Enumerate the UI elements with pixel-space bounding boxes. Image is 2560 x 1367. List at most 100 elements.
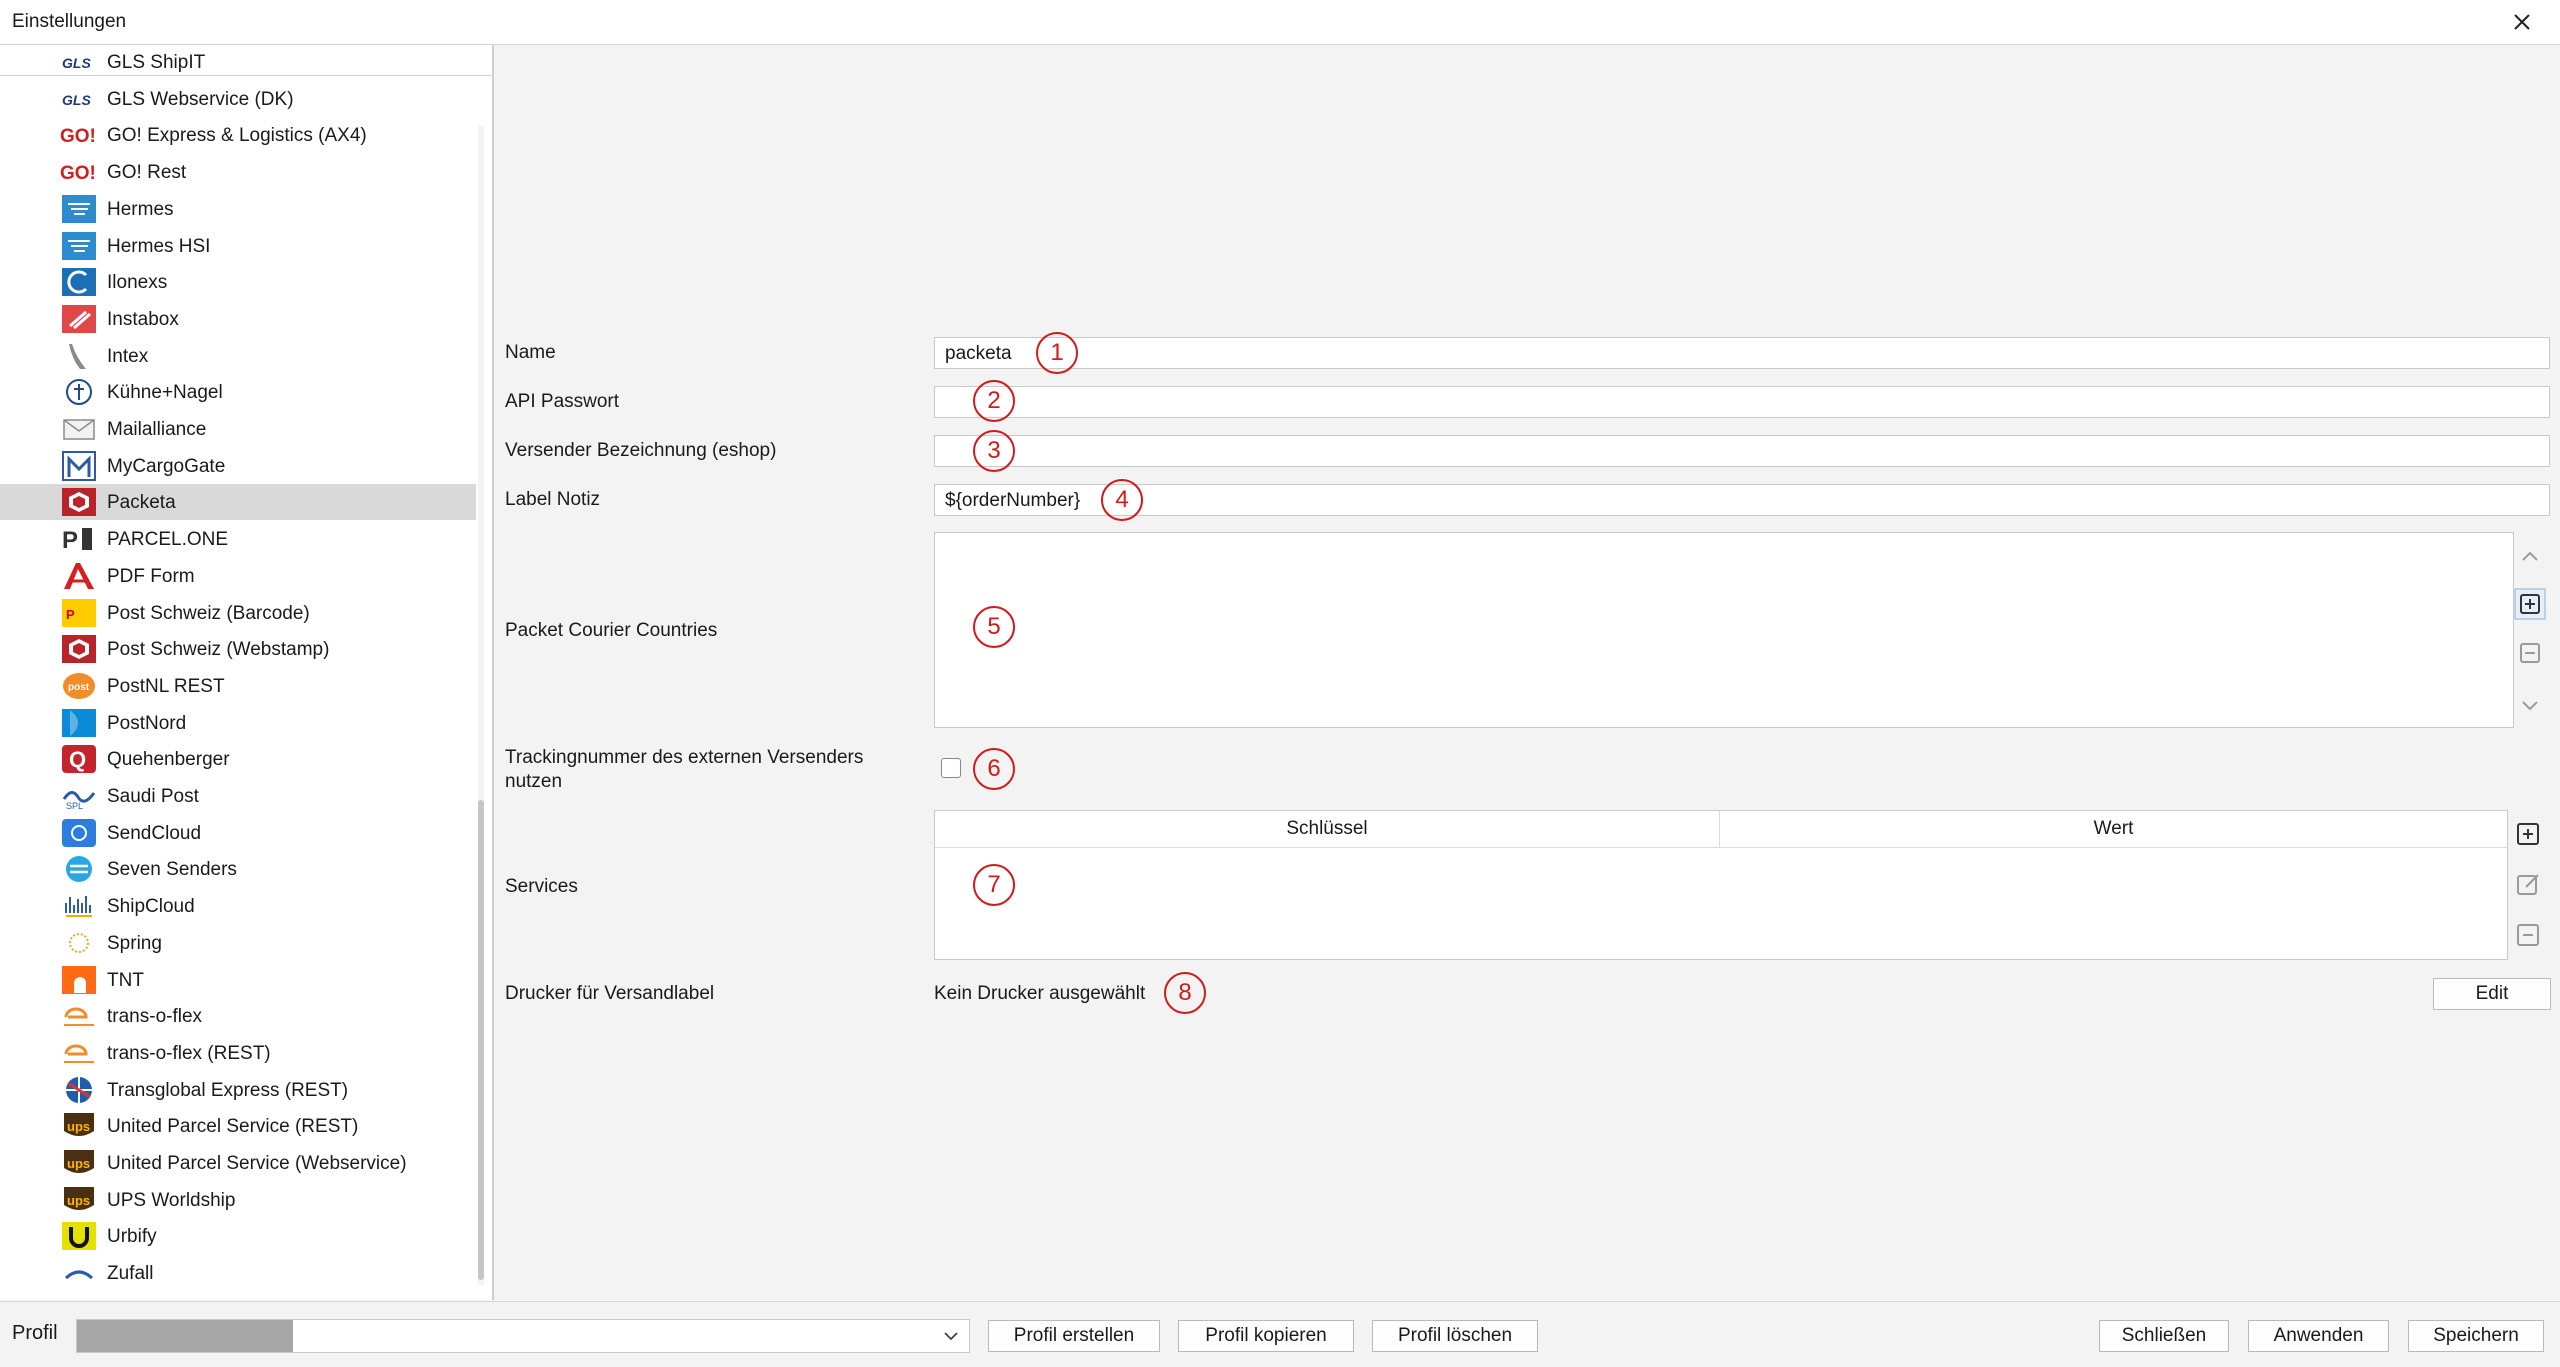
label-note-input[interactable]: ${orderNumber} <box>934 484 2550 516</box>
tree-item-label: United Parcel Service (Webservice) <box>107 1153 407 1174</box>
column-header-key[interactable]: Schlüssel <box>935 811 1720 847</box>
name-label: Name <box>505 342 556 363</box>
sender-input[interactable] <box>934 435 2550 467</box>
tree-item-label: SendCloud <box>107 823 202 844</box>
tree-item-spring[interactable]: Spring <box>0 925 476 961</box>
tree-item-label: Hermes HSI <box>107 236 211 257</box>
annotation-marker-6: 6 <box>973 748 1015 790</box>
tree-item-go-rest[interactable]: GO! GO! Rest <box>0 154 476 190</box>
close-icon[interactable] <box>2506 6 2538 38</box>
tree-item-saudi-post[interactable]: SPL Saudi Post <box>0 778 476 814</box>
tree-scrollbar-thumb[interactable] <box>478 800 484 1280</box>
window-title: Einstellungen <box>12 11 127 32</box>
ups-logo-icon: ups <box>64 1113 94 1136</box>
name-value: packeta <box>945 343 1012 364</box>
tree-item-label: Urbify <box>107 1226 157 1247</box>
tree-item-label: GLS ShipIT <box>107 52 206 73</box>
tree-item-united-parcel-service-webservice[interactable]: ups United Parcel Service (Webservice) <box>0 1145 476 1181</box>
tree-item-label: Zufall <box>107 1263 154 1284</box>
tree-item-quehenberger[interactable]: Q Quehenberger <box>0 741 476 777</box>
tree-item-hermes-hsi[interactable]: Hermes HSI <box>0 228 476 264</box>
tree-item-sendcloud[interactable]: SendCloud <box>0 815 476 851</box>
name-input[interactable]: packeta <box>934 337 2550 369</box>
services-label: Services <box>505 876 578 897</box>
save-button[interactable]: Speichern <box>2408 1320 2544 1352</box>
add-service-icon[interactable] <box>2512 818 2544 850</box>
annotation-marker-3: 3 <box>973 430 1015 472</box>
column-header-value[interactable]: Wert <box>1720 811 2507 847</box>
tree-item-shipcloud[interactable]: ShipCloud <box>0 888 476 924</box>
move-up-icon[interactable] <box>2514 541 2546 573</box>
tree-item-postnl-rest[interactable]: post PostNL REST <box>0 668 476 704</box>
mycargogate-logo-icon <box>62 451 96 481</box>
tree-item-gls-shipit[interactable]: GLS GLS ShipIT <box>0 45 476 80</box>
tree-item-zufall[interactable]: Zufall <box>0 1255 476 1291</box>
annotation-marker-2: 2 <box>973 380 1015 422</box>
postnl-logo-icon: post <box>63 673 95 699</box>
label-note-value: ${orderNumber} <box>945 490 1081 511</box>
add-country-icon[interactable] <box>2514 588 2546 620</box>
tree-item-label: PostNord <box>107 713 187 734</box>
postnord-logo-icon <box>62 709 96 737</box>
remove-service-icon[interactable] <box>2512 919 2544 951</box>
tree-item-seven-senders[interactable]: Seven Senders <box>0 851 476 887</box>
copy-profile-button[interactable]: Profil kopieren <box>1178 1320 1354 1352</box>
chevron-down-icon[interactable] <box>941 1326 961 1346</box>
tree-item-label: UPS Worldship <box>107 1190 236 1211</box>
tracking-checkbox[interactable] <box>941 758 961 778</box>
services-table[interactable]: Schlüssel Wert <box>934 810 2508 960</box>
tree-item-post-schweiz-webstamp[interactable]: Post Schweiz (Webstamp) <box>0 631 476 667</box>
tree-item-ilonexs[interactable]: Ilonexs <box>0 264 476 300</box>
api-password-input[interactable] <box>934 386 2550 418</box>
tree-item-united-parcel-service-rest[interactable]: ups United Parcel Service (REST) <box>0 1108 476 1144</box>
tree-item-label: Instabox <box>107 309 179 330</box>
mail-envelope-icon <box>63 419 95 440</box>
printer-value: Kein Drucker ausgewählt <box>934 983 1146 1004</box>
tree-scrollbar[interactable] <box>478 125 484 1285</box>
tree-item-label: Spring <box>107 933 162 954</box>
tree-item-go-express-logistics-ax4[interactable]: GO! GO! Express & Logistics (AX4) <box>0 117 476 153</box>
tree-item-pdf-form[interactable]: PDF Form <box>0 558 476 594</box>
remove-country-icon[interactable] <box>2514 637 2546 669</box>
tree-item-label: GO! Express & Logistics (AX4) <box>107 125 367 146</box>
countries-list[interactable] <box>934 532 2514 728</box>
tree-item-hermes[interactable]: Hermes <box>0 191 476 227</box>
tree-item-gls-webservice-dk[interactable]: GLS GLS Webservice (DK) <box>0 81 476 117</box>
services-table-header: Schlüssel Wert <box>935 811 2507 848</box>
tree-item-intex[interactable]: Intex <box>0 338 476 374</box>
post-schweiz-logo-icon: P <box>62 599 96 627</box>
tree-item-packeta[interactable]: Packeta <box>0 484 476 520</box>
tree-item-ups-worldship[interactable]: ups UPS Worldship <box>0 1182 476 1218</box>
api-password-label: API Passwort <box>505 391 620 412</box>
annotation-marker-5: 5 <box>973 606 1015 648</box>
tree-item-instabox[interactable]: Instabox <box>0 301 476 337</box>
tree-item-mailalliance[interactable]: Mailalliance <box>0 411 476 447</box>
tree-item-label: trans-o-flex (REST) <box>107 1043 271 1064</box>
tnt-logo-icon <box>62 966 96 994</box>
svg-text:Q: Q <box>69 747 86 772</box>
tree-item-postnord[interactable]: PostNord <box>0 705 476 741</box>
tree-item-parcel-one[interactable]: P PARCEL.ONE <box>0 521 476 557</box>
edit-printer-button[interactable]: Edit <box>2433 978 2551 1010</box>
tree-item-k-hne-nagel[interactable]: Kühne+Nagel <box>0 374 476 410</box>
close-button[interactable]: Schließen <box>2099 1320 2229 1352</box>
tree-item-label: Hermes <box>107 199 174 220</box>
svg-text:P: P <box>62 527 78 554</box>
tree-item-post-schweiz-barcode[interactable]: P Post Schweiz (Barcode) <box>0 595 476 631</box>
tree-item-tnt[interactable]: TNT <box>0 962 476 998</box>
tree-item-urbify[interactable]: Urbify <box>0 1218 476 1254</box>
tree-item-trans-o-flex[interactable]: trans-o-flex <box>0 998 476 1034</box>
edit-service-icon[interactable] <box>2512 868 2544 900</box>
tree-item-mycargogate[interactable]: MyCargoGate <box>0 448 476 484</box>
delete-profile-button[interactable]: Profil löschen <box>1372 1320 1538 1352</box>
move-down-icon[interactable] <box>2514 689 2546 721</box>
tree-item-transglobal-express-rest[interactable]: Transglobal Express (REST) <box>0 1072 476 1108</box>
svg-text:GLS: GLS <box>62 92 91 108</box>
tree-item-label: PDF Form <box>107 566 195 587</box>
create-profile-button[interactable]: Profil erstellen <box>988 1320 1160 1352</box>
tracking-label-line2: nutzen <box>505 771 563 792</box>
tree-item-trans-o-flex-rest[interactable]: trans-o-flex (REST) <box>0 1035 476 1071</box>
profile-select[interactable] <box>76 1319 970 1353</box>
apply-button[interactable]: Anwenden <box>2248 1320 2389 1352</box>
tree-item-label: PostNL REST <box>107 676 225 697</box>
